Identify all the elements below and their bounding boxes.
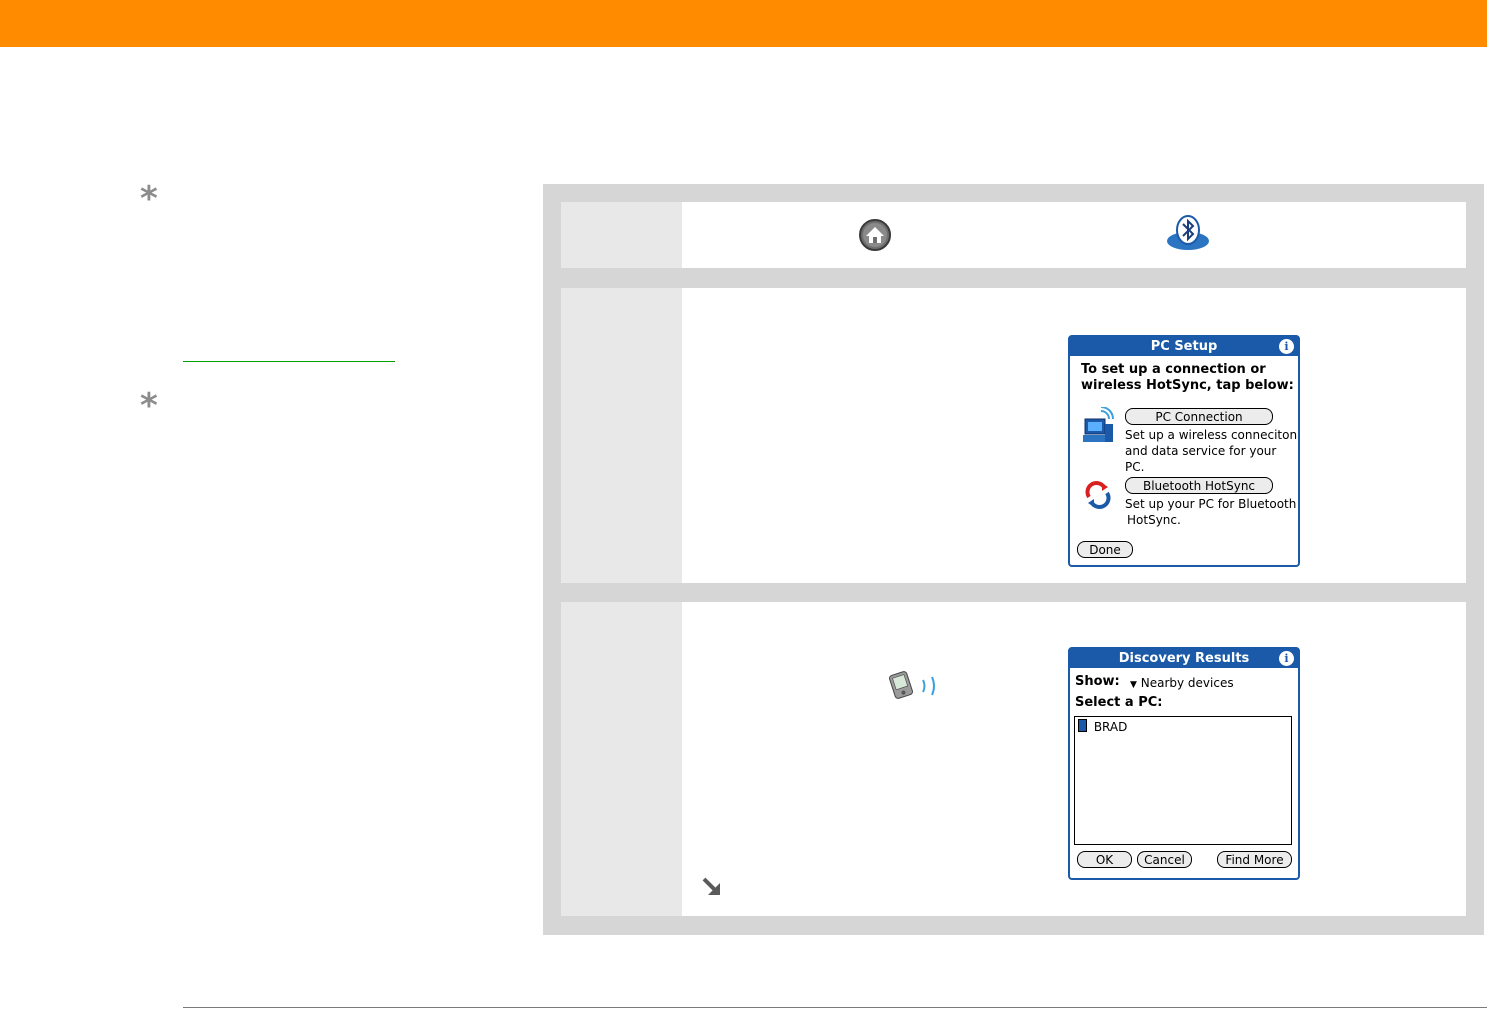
show-value: Nearby devices — [1140, 676, 1234, 690]
info-icon[interactable]: i — [1279, 339, 1294, 354]
step-body: Discovery Results i Show: ▼ Nearby devic… — [682, 602, 1466, 916]
select-pc-label: Select a PC: — [1075, 695, 1163, 710]
dialog-title-bar: Discovery Results i — [1070, 649, 1298, 668]
dialog-title: Discovery Results — [1118, 651, 1250, 666]
step-number-cell — [561, 202, 682, 268]
option-desc: Set up your PC for Bluetooth — [1125, 497, 1297, 511]
option-desc: and data service for your — [1125, 444, 1277, 458]
dialog-intro-2: wireless HotSync, tap below: — [1081, 378, 1294, 393]
pc-connection-button[interactable]: PC Connection — [1125, 408, 1273, 425]
done-button[interactable]: Done — [1077, 541, 1133, 558]
step-body — [682, 202, 1466, 268]
step-2: PC Setup i To set up a connection or wir… — [561, 288, 1466, 583]
find-more-button[interactable]: Find More — [1217, 851, 1292, 868]
step-number-cell — [561, 602, 682, 916]
step-body: PC Setup i To set up a connection or wir… — [682, 288, 1466, 583]
bluetooth-icon[interactable] — [1166, 214, 1210, 252]
bluetooth-hotsync-button[interactable]: Bluetooth HotSync — [1125, 477, 1273, 494]
dialog-title: PC Setup — [1150, 339, 1218, 354]
sidebar-link-underline[interactable] — [183, 361, 395, 362]
dialog-intro-1: To set up a connection or — [1081, 362, 1266, 377]
dialog-title-bar: PC Setup i — [1070, 337, 1298, 356]
option-desc: PC. — [1125, 460, 1145, 474]
ok-button[interactable]: OK — [1077, 851, 1132, 868]
handheld-beaming-icon — [889, 671, 935, 699]
pc-list: BRAD — [1074, 716, 1292, 845]
computer-icon — [1078, 719, 1087, 732]
show-dropdown[interactable]: ▼ Nearby devices — [1130, 675, 1234, 693]
step-3: Discovery Results i Show: ▼ Nearby devic… — [561, 602, 1466, 916]
pc-setup-dialog: PC Setup i To set up a connection or wir… — [1068, 335, 1300, 567]
asterisk-icon: * — [140, 386, 158, 426]
home-icon[interactable] — [858, 218, 892, 252]
footer-rule — [183, 1007, 1487, 1008]
discovery-results-dialog: Discovery Results i Show: ▼ Nearby devic… — [1068, 647, 1300, 880]
option-desc: Set up a wireless conneciton — [1125, 428, 1298, 442]
step-1 — [561, 202, 1466, 268]
show-label: Show: — [1075, 674, 1120, 689]
pc-connection-icon — [1083, 407, 1114, 442]
continue-arrow-icon[interactable] — [701, 876, 723, 898]
hotsync-icon — [1085, 481, 1111, 509]
list-item-label: BRAD — [1093, 720, 1128, 734]
asterisk-icon: * — [140, 179, 158, 219]
header-bar — [0, 0, 1487, 47]
step-number-cell — [561, 288, 682, 583]
option-desc: HotSync. — [1127, 513, 1181, 527]
chevron-down-icon: ▼ — [1130, 680, 1137, 690]
info-icon[interactable]: i — [1279, 651, 1294, 666]
cancel-button[interactable]: Cancel — [1137, 851, 1192, 868]
list-item[interactable]: BRAD — [1078, 719, 1127, 735]
